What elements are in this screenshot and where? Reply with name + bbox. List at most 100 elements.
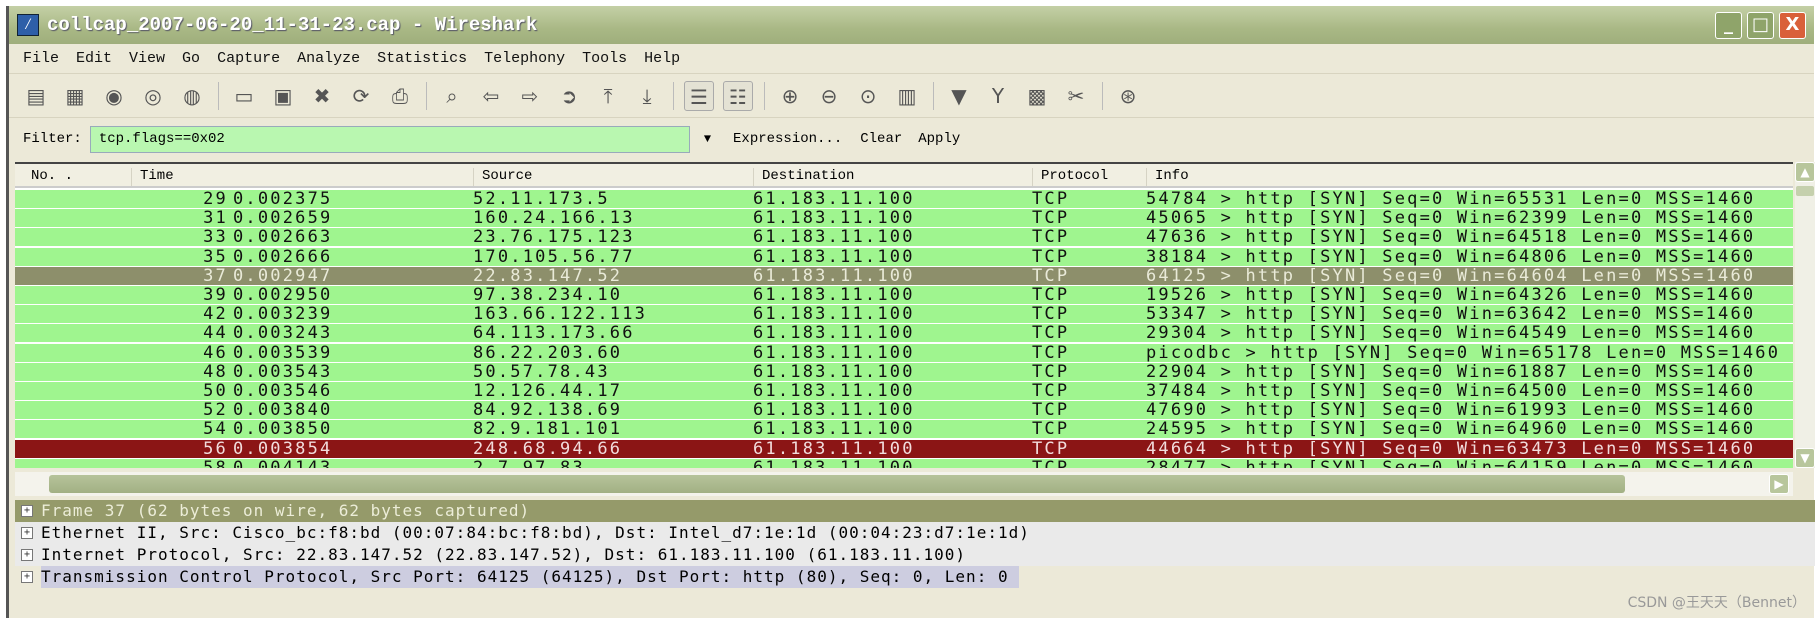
- preferences-icon[interactable]: ✂: [1061, 81, 1091, 111]
- help-icon[interactable]: ⊛: [1113, 81, 1143, 111]
- menu-tools[interactable]: Tools: [582, 50, 627, 67]
- packet-src: 82.9.181.101: [473, 419, 623, 440]
- column-header-protocol[interactable]: Protocol: [1032, 168, 1108, 186]
- column-header-time[interactable]: Time: [131, 168, 174, 186]
- minimize-button[interactable]: _: [1715, 12, 1742, 39]
- detail-row[interactable]: + Transmission Control Protocol, Src Port…: [15, 566, 1815, 588]
- menu-help[interactable]: Help: [644, 50, 680, 67]
- first-packet-icon[interactable]: ⤒: [593, 81, 623, 111]
- open-icon[interactable]: ▭: [229, 81, 259, 111]
- detail-row[interactable]: + Frame 37 (62 bytes on wire, 62 bytes ca…: [15, 500, 1815, 522]
- goto-icon[interactable]: ➲: [554, 81, 584, 111]
- packet-number: 56: [203, 438, 228, 459]
- packet-row[interactable]: 50 0.003546 12.126.44.17 61.183.11.100 TCP 37…: [15, 382, 1793, 400]
- packet-row[interactable]: 39 0.002950 97.38.234.10 61.183.11.100 TCP 19…: [15, 286, 1793, 304]
- coloring-rules-icon[interactable]: ▩: [1022, 81, 1052, 111]
- packet-row[interactable]: 35 0.002666 170.105.56.77 61.183.11.100 TCP 3…: [15, 246, 1793, 267]
- capture-filters-icon[interactable]: ▼: [944, 81, 974, 111]
- zoom-normal-icon[interactable]: ⊙: [853, 81, 883, 111]
- scroll-right-icon[interactable]: ▶: [1769, 474, 1789, 494]
- menu-view[interactable]: View: [129, 50, 165, 67]
- menu-statistics[interactable]: Statistics: [377, 50, 467, 67]
- packet-info: 53347 > http [SYN] Seq=0 Win=63642 Len=0…: [1146, 304, 1756, 325]
- packet-proto: TCP: [1032, 265, 1070, 286]
- horizontal-scrollbar[interactable]: ▶: [15, 472, 1793, 496]
- filter-bar: Filter: tcp.flags==0x02 ▼ Expression... …: [9, 118, 1814, 160]
- expression-button[interactable]: Expression...: [733, 131, 842, 147]
- detail-row[interactable]: + Ethernet II, Src: Cisco_bc:f8:bd (00:07…: [15, 522, 1815, 544]
- close-file-icon[interactable]: ✖: [307, 81, 337, 111]
- last-packet-icon[interactable]: ⤓: [632, 81, 662, 111]
- zoom-out-icon[interactable]: ⊖: [814, 81, 844, 111]
- title-bar[interactable]: ⁄ collcap_2007-06-20_11-31-23.cap - Wire…: [9, 6, 1814, 44]
- print-icon[interactable]: ⎙: [385, 81, 415, 111]
- menu-telephony[interactable]: Telephony: [484, 50, 565, 67]
- close-button[interactable]: X: [1779, 12, 1806, 39]
- menu-capture[interactable]: Capture: [217, 50, 280, 67]
- scroll-up-icon[interactable]: ▲: [1795, 162, 1815, 182]
- packet-row[interactable]: 42 0.003239 163.66.122.113 61.183.11.100 TCP…: [15, 304, 1793, 325]
- packet-src: 97.38.234.10: [473, 285, 623, 305]
- interfaces-icon[interactable]: ▤: [21, 81, 51, 111]
- packet-row[interactable]: 37 0.002947 22.83.147.52 61.183.11.100 TCP 64…: [15, 265, 1793, 286]
- detail-text: Internet Protocol, Src: 22.83.147.52 (22…: [41, 545, 967, 564]
- maximize-button[interactable]: □: [1747, 12, 1774, 39]
- stop-capture-icon[interactable]: ◎: [138, 81, 168, 111]
- packet-info: 47690 > http [SYN] Seq=0 Win=61993 Len=0…: [1146, 400, 1756, 421]
- column-header-no[interactable]: No. .: [23, 168, 73, 186]
- autoscroll-icon[interactable]: ☷: [723, 80, 753, 111]
- packet-proto: TCP: [1032, 208, 1070, 229]
- horizontal-scroll-thumb[interactable]: [49, 475, 1625, 493]
- resize-columns-icon[interactable]: ▥: [892, 81, 922, 111]
- packet-number: 52: [203, 400, 228, 421]
- filter-dropdown-icon[interactable]: ▼: [704, 132, 711, 146]
- menu-edit[interactable]: Edit: [76, 50, 112, 67]
- save-icon[interactable]: ▣: [268, 81, 298, 111]
- restart-capture-icon[interactable]: ◍: [177, 81, 207, 111]
- packet-number: 54: [203, 419, 228, 440]
- colorize-icon[interactable]: ☰: [684, 80, 714, 111]
- packet-row[interactable]: 46 0.003539 86.22.203.60 61.183.11.100 TCP pi…: [15, 342, 1793, 363]
- packet-row[interactable]: 52 0.003840 84.92.138.69 61.183.11.100 TCP 47…: [15, 400, 1793, 421]
- packet-row[interactable]: 44 0.003243 64.113.173.66 61.183.11.100 TCP 2…: [15, 324, 1793, 343]
- scroll-down-icon[interactable]: ▼: [1795, 448, 1815, 468]
- packet-row[interactable]: 29 0.002375 52.11.173.5 61.183.11.100 TCP 547…: [15, 190, 1793, 208]
- packet-row[interactable]: 31 0.002659 160.24.166.13 61.183.11.100 TCP 4…: [15, 208, 1793, 229]
- packet-row[interactable]: 48 0.003543 50.57.78.43 61.183.11.100 TCP 229…: [15, 362, 1793, 381]
- start-capture-icon[interactable]: ◉: [99, 81, 129, 111]
- vertical-scrollbar[interactable]: ▲ ▼: [1795, 162, 1815, 468]
- menu-analyze[interactable]: Analyze: [297, 50, 360, 67]
- column-header-source[interactable]: Source: [473, 168, 532, 186]
- scroll-thumb[interactable]: [1796, 186, 1814, 196]
- expand-icon[interactable]: +: [21, 571, 33, 583]
- forward-icon[interactable]: ⇨: [515, 81, 545, 111]
- clear-button[interactable]: Clear: [860, 131, 902, 147]
- column-header-destination[interactable]: Destination: [753, 168, 854, 186]
- packet-row[interactable]: 33 0.002663 23.76.175.123 61.183.11.100 TCP 4…: [15, 227, 1793, 248]
- column-header-info[interactable]: Info: [1146, 168, 1189, 186]
- expand-icon[interactable]: +: [21, 505, 33, 517]
- expand-icon[interactable]: +: [21, 549, 33, 561]
- packet-proto: TCP: [1032, 342, 1070, 363]
- display-filters-icon[interactable]: Y: [983, 81, 1013, 111]
- packet-proto: TCP: [1032, 227, 1070, 248]
- find-icon[interactable]: ⌕: [437, 81, 467, 111]
- packet-row[interactable]: 58 0.004143 2.7.97.83 61.183.11.100 TCP 28477…: [15, 458, 1793, 468]
- back-icon[interactable]: ⇦: [476, 81, 506, 111]
- apply-button[interactable]: Apply: [918, 131, 960, 147]
- packet-row[interactable]: 54 0.003850 82.9.181.101 61.183.11.100 TCP 24…: [15, 419, 1793, 440]
- packet-info: 44664 > http [SYN] Seq=0 Win=63473 Len=0…: [1146, 438, 1756, 459]
- packet-dst: 61.183.11.100: [753, 265, 915, 286]
- packet-time: 0.003840: [233, 400, 333, 421]
- reload-icon[interactable]: ⟳: [346, 81, 376, 111]
- packet-dst: 61.183.11.100: [753, 285, 915, 305]
- packet-proto: TCP: [1032, 246, 1070, 267]
- detail-row[interactable]: + Internet Protocol, Src: 22.83.147.52 (2…: [15, 544, 1815, 566]
- expand-icon[interactable]: +: [21, 527, 33, 539]
- zoom-in-icon[interactable]: ⊕: [775, 81, 805, 111]
- menu-file[interactable]: File: [23, 50, 59, 67]
- filter-input[interactable]: tcp.flags==0x02: [89, 125, 690, 153]
- menu-go[interactable]: Go: [182, 50, 200, 67]
- packet-row[interactable]: 56 0.003854 248.68.94.66 61.183.11.100 TCP 44…: [15, 438, 1793, 459]
- capture-options-icon[interactable]: ▦: [60, 81, 90, 111]
